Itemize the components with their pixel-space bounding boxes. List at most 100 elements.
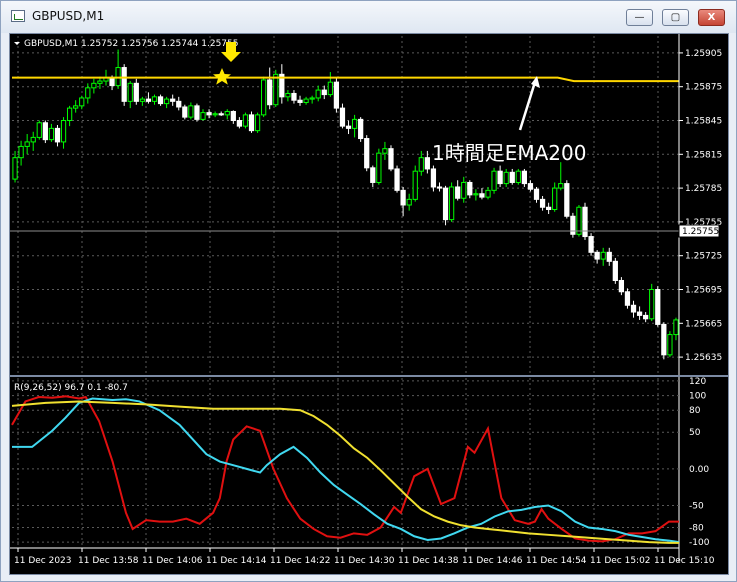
candle-body [267, 79, 273, 106]
candle-body [97, 80, 103, 84]
candle-body [546, 206, 552, 211]
candle-body [388, 148, 394, 170]
candle-body [667, 334, 673, 356]
title-bar[interactable]: GBPUSD,M1 — ▢ X [1, 1, 736, 33]
candle-body [400, 189, 406, 206]
price-tick-label: 1.25665 [685, 319, 722, 329]
indicator-tick-label: -50 [689, 502, 704, 512]
minimize-button[interactable]: — [626, 9, 653, 26]
time-tick-label: 11 Dec 14:54 [526, 556, 587, 566]
candle-body [448, 186, 455, 221]
time-tick-label: 11 Dec 14:14 [206, 556, 267, 566]
candle-body [394, 168, 400, 191]
indicator-tick-label: -100 [689, 538, 710, 548]
price-tick-label: 1.25785 [685, 184, 722, 194]
candle-body [376, 152, 382, 183]
candle-body [248, 114, 255, 132]
candle-body [12, 157, 18, 180]
candle-body [42, 122, 48, 141]
candle-body [497, 170, 503, 185]
candle-body [164, 98, 170, 105]
candle-body [521, 170, 527, 185]
candle-body [36, 122, 42, 138]
time-tick-label: 11 Dec 14:22 [270, 556, 331, 566]
time-tick-label: 11 Dec 14:06 [142, 556, 203, 566]
indicator-lines [11, 395, 680, 544]
candle-body [321, 89, 327, 96]
candle-body [673, 319, 679, 336]
candle-body [73, 105, 79, 109]
candle-body [91, 82, 97, 89]
price-tick-label: 1.25875 [685, 83, 722, 93]
candle-body [424, 157, 430, 170]
time-tick-label: 11 Dec 14:30 [334, 556, 395, 566]
candle-body [133, 82, 139, 102]
indicator-tick-label: 100 [689, 392, 706, 402]
candle-body [358, 118, 364, 140]
indicator-tick-label: 120 [689, 377, 706, 387]
indicator-tick-label: 0.00 [689, 465, 709, 475]
time-axis: 11 Dec 2023 11 Dec 13:58 11 Dec 14:06 11 De… [10, 547, 715, 566]
candle-body [60, 120, 67, 143]
indicator-tick-label: 80 [689, 406, 701, 416]
candle-body [224, 110, 230, 116]
candle-body [370, 167, 376, 183]
chart-canvas[interactable]: 1.25905 1.25875 1.25845 1.25815 1.25785 1.257… [10, 34, 728, 574]
candle-body [151, 96, 158, 102]
candle-body [170, 98, 176, 102]
candle-body [254, 114, 261, 132]
candle-body [479, 193, 485, 198]
candle-body [139, 98, 145, 102]
chart-window-icon [11, 10, 25, 22]
candle-body [491, 170, 497, 191]
candle-body [655, 289, 661, 325]
candle-body [30, 136, 36, 143]
candle-body [515, 170, 521, 183]
indicator-header: R(9,26,52) 96.7 0.1 -80.7 [14, 383, 128, 393]
candle-body [661, 323, 667, 356]
price-tick-label: 1.25905 [685, 49, 722, 59]
chart-window: GBPUSD,M1 — ▢ X 1.25905 1.25875 1.25845 1.2… [0, 0, 737, 582]
candle-body [200, 112, 206, 120]
restore-button[interactable]: ▢ [662, 9, 689, 26]
time-tick-label: 11 Dec 2023 [14, 556, 72, 566]
indicator-y-axis: 120 100 80 50 0.00 -50 -80 -100 [689, 377, 710, 548]
candle-body [467, 181, 473, 196]
candle-body [212, 113, 218, 116]
candle-body [145, 98, 152, 102]
candle-body [636, 311, 643, 316]
price-tick-label: 1.25695 [685, 286, 722, 296]
price-tick-label: 1.25845 [685, 117, 722, 127]
candle-body [176, 100, 182, 108]
candle-body [273, 73, 279, 106]
candle-body [418, 157, 424, 172]
candle-body [527, 183, 534, 190]
candle-body [297, 99, 303, 103]
candle-body [242, 114, 249, 127]
candle-body [600, 251, 606, 260]
candle-body [54, 127, 61, 143]
candle-body [157, 96, 164, 105]
indicator-line-slow [11, 400, 679, 544]
time-tick-label: 11 Dec 14:38 [398, 556, 459, 566]
time-tick-label: 11 Dec 15:10 [654, 556, 715, 566]
candle-body [85, 87, 91, 99]
candle-body [612, 260, 618, 281]
candle-body [194, 105, 200, 120]
candle-body [121, 67, 127, 102]
candle-body [461, 181, 467, 199]
candle-body [594, 251, 600, 260]
close-button[interactable]: X [698, 9, 725, 26]
candle-body [364, 138, 370, 169]
candle-body [588, 236, 594, 253]
candle-body [315, 89, 321, 99]
ema-annotation: 1時間足EMA200 [432, 141, 586, 165]
candle-body [182, 106, 188, 118]
candle-body [382, 148, 388, 154]
candle-body [533, 188, 540, 200]
candle-body [285, 92, 291, 98]
candle-body [236, 120, 243, 127]
candle-body [188, 105, 194, 118]
chart-area[interactable]: 1.25905 1.25875 1.25845 1.25815 1.25785 1.257… [9, 33, 729, 575]
candle-body [261, 79, 267, 116]
